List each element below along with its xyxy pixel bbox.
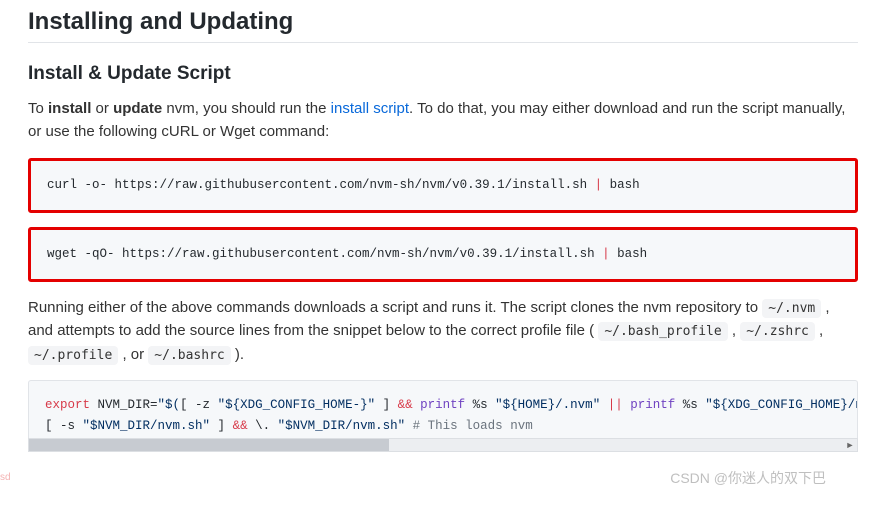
path-bashrc: ~/.bashrc (148, 346, 230, 365)
path-nvm: ~/.nvm (762, 299, 821, 318)
install-script-link[interactable]: install script (331, 100, 409, 117)
tiny-watermark: sd (0, 472, 11, 483)
bold-update: update (113, 100, 162, 117)
section-heading: Installing and Updating (28, 8, 858, 43)
path-zshrc: ~/.zshrc (740, 322, 815, 341)
curl-command-block: curl -o- https://raw.githubusercontent.c… (28, 158, 858, 213)
scroll-thumb[interactable] (29, 439, 389, 451)
subsection-heading: Install & Update Script (28, 63, 858, 85)
wget-command-block: wget -qO- https://raw.githubusercontent.… (28, 227, 858, 282)
watermark-text: CSDN @你迷人的双下巴 (670, 468, 826, 488)
bold-install: install (48, 100, 91, 117)
explanation-paragraph: Running either of the above commands dow… (28, 296, 858, 366)
scroll-right-icon[interactable]: ► (843, 439, 857, 451)
path-bash-profile: ~/.bash_profile (598, 322, 727, 341)
path-profile: ~/.profile (28, 346, 118, 365)
horizontal-scrollbar[interactable]: ◄ ► (28, 438, 858, 452)
intro-paragraph: To install or update nvm, you should run… (28, 97, 858, 144)
